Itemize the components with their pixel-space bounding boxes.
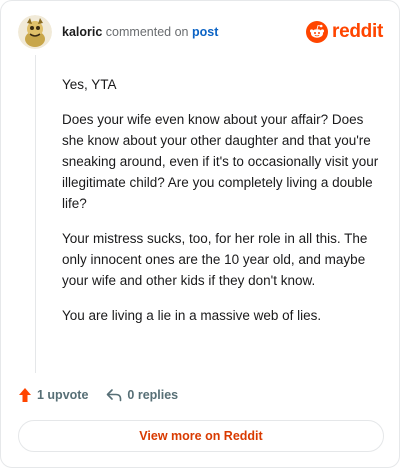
comment-body: Yes, YTA Does your wife even know about … (62, 74, 380, 340)
upvote-button[interactable]: 1 upvote (18, 387, 88, 403)
upvote-arrow-icon (19, 388, 31, 402)
upvote-count: 1 upvote (37, 388, 89, 402)
comment-header: kaloric commented on post (18, 15, 218, 49)
embedded-comment-card: kaloric commented on post reddit Yes, YT… (0, 0, 400, 468)
comment-paragraph: Yes, YTA (62, 77, 117, 92)
avatar-image (18, 15, 52, 49)
thread-line (35, 55, 36, 373)
reply-arrow-icon (107, 389, 122, 402)
comment-paragraph: Does your wife even know about your affa… (62, 112, 379, 211)
view-more-button[interactable]: View more on Reddit (18, 420, 384, 452)
comment-paragraph: Your mistress sucks, too, for her role i… (62, 231, 368, 288)
commented-on-text: commented on (105, 25, 189, 39)
replies-count: 0 replies (127, 388, 179, 402)
replies-button[interactable]: 0 replies (106, 388, 178, 402)
username-link[interactable]: kaloric (62, 25, 102, 39)
avatar[interactable] (18, 15, 52, 49)
reddit-logo-text: reddit (332, 21, 383, 42)
comment-meta: kaloric commented on post (62, 24, 218, 40)
reddit-logo[interactable]: reddit (306, 21, 383, 43)
comment-actions: 1 upvote 0 replies (18, 387, 178, 403)
comment-paragraph: You are living a lie in a massive web of… (62, 308, 322, 323)
post-link[interactable]: post (192, 25, 218, 39)
reddit-logo-icon (306, 21, 329, 43)
